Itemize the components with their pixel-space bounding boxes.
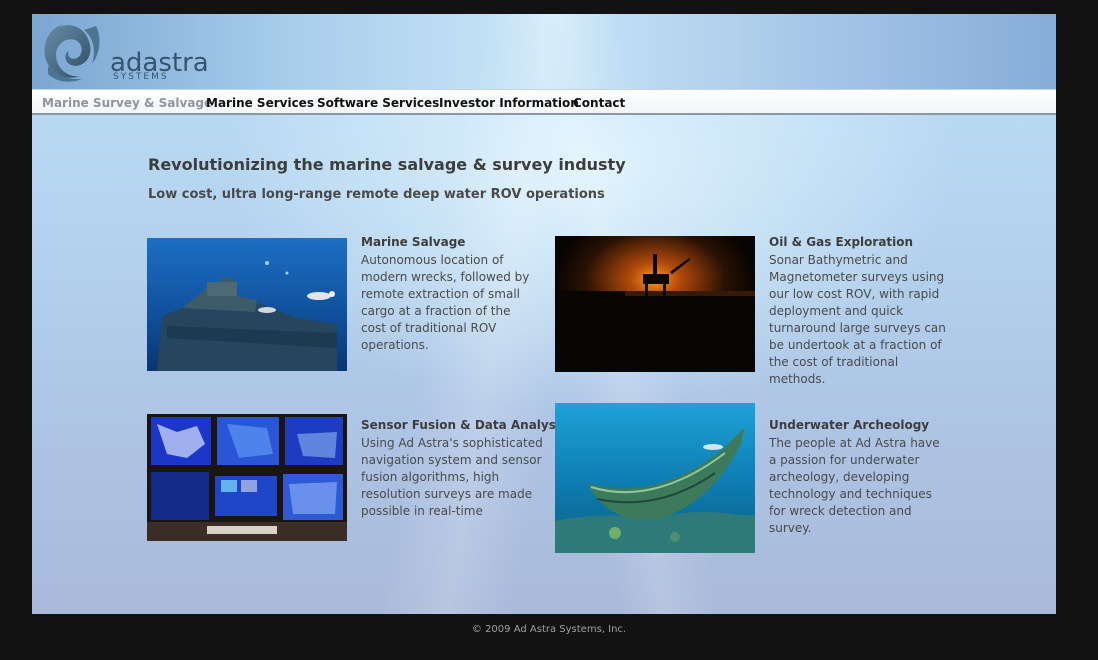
sunken-boat-image — [555, 403, 755, 553]
logo-swirl-icon — [44, 22, 100, 82]
nav-contact[interactable]: Contact — [573, 96, 625, 110]
nav-marine-services[interactable]: Marine Services — [206, 96, 314, 110]
logo-tagline: SYSTEMS — [113, 72, 169, 82]
card-title-underwater-archeology: Underwater Archeology — [769, 418, 930, 432]
footer-copyright: © 2009 Ad Astra Systems, Inc. — [471, 624, 627, 635]
page-headline: Revolutionizing the marine salvage & sur… — [148, 155, 626, 174]
card-title-marine-salvage: Marine Salvage — [361, 235, 466, 249]
card-title-oil-gas: Oil & Gas Exploration — [769, 235, 914, 249]
page-subheadline: Low cost, ultra long-range remote deep w… — [148, 187, 605, 202]
nav-software-services[interactable]: Software Services — [317, 96, 439, 110]
card-text-underwater-archeology: The people at Ad Astra have a passion fo… — [769, 436, 940, 535]
oil-rig-sunset-image — [555, 236, 755, 372]
page-container: adastra SYSTEMS Marine Survey & Salvage … — [32, 14, 1056, 614]
nav-investor-information[interactable]: Investor Information — [439, 96, 579, 110]
card-text-sensor-fusion: Using Ad Astra's sophisticated navigatio… — [361, 436, 543, 518]
diver-wreck-image — [147, 238, 347, 371]
card-text-oil-gas: Sonar Bathymetric and Magnetometer surve… — [769, 253, 946, 386]
main-nav: Marine Survey & Salvage Marine Services … — [32, 89, 1056, 115]
site-logo[interactable]: adastra SYSTEMS — [38, 18, 218, 82]
monitor-wall-image — [147, 414, 347, 541]
card-text-marine-salvage: Autonomous location of modern wrecks, fo… — [361, 253, 530, 352]
card-title-sensor-fusion: Sensor Fusion & Data Analysis — [361, 418, 568, 432]
nav-marine-survey-salvage[interactable]: Marine Survey & Salvage — [42, 96, 212, 110]
